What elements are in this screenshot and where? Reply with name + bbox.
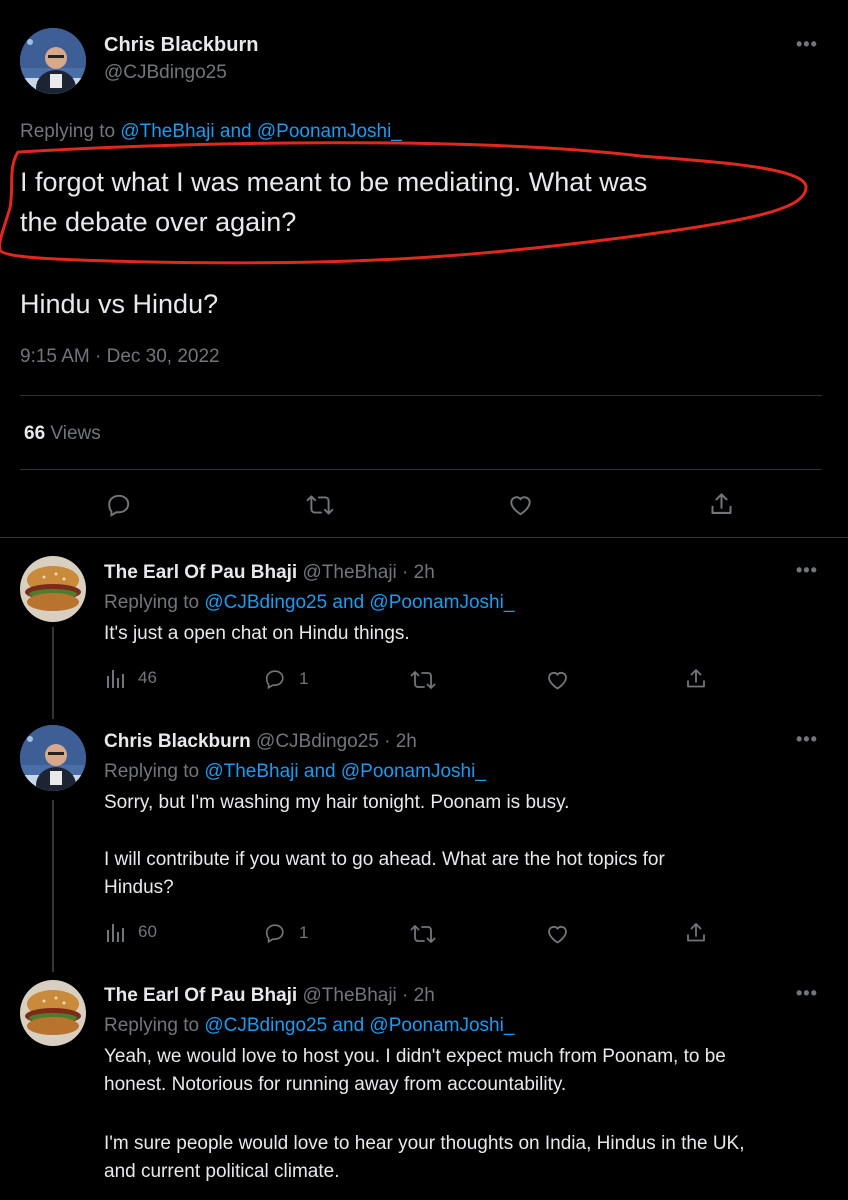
thread-line [52, 627, 54, 719]
author-handle[interactable]: @TheBhaji [303, 562, 397, 583]
bar-chart-icon [106, 922, 126, 942]
more-icon[interactable]: ••• [796, 983, 818, 1004]
retweet-icon[interactable] [410, 668, 436, 692]
reply-text: It's just a open chat on Hindu things. [104, 623, 410, 644]
author-handle[interactable]: @CJBdingo25 [256, 731, 379, 752]
author-name[interactable]: The Earl Of Pau Bhaji [104, 985, 297, 1006]
heart-icon[interactable] [507, 492, 534, 518]
reply-count: 1 [299, 669, 309, 688]
thread-line [52, 800, 54, 972]
views-count: 66 [24, 423, 46, 444]
replying-prefix: Replying to [104, 1015, 205, 1036]
reply-count: 1 [299, 923, 309, 942]
replying-to: Replying to @CJBdingo25 and @PoonamJoshi… [104, 590, 514, 616]
reply-text: Yeah, we would love to host you. I didn'… [104, 1043, 726, 1099]
views-count: 46 [138, 668, 157, 687]
reply-header: The Earl Of Pau Bhaji @TheBhaji · 2h [104, 560, 435, 586]
author-name[interactable]: Chris Blackburn [104, 34, 258, 57]
reply-header: The Earl Of Pau Bhaji @TheBhaji · 2h [104, 983, 435, 1009]
reply-icon [263, 922, 287, 944]
more-icon[interactable]: ••• [796, 560, 818, 581]
avatar[interactable] [20, 556, 86, 622]
views-count: 60 [138, 922, 157, 941]
more-icon[interactable]: ••• [796, 34, 818, 55]
views-button[interactable]: 60 [106, 922, 157, 942]
reply-text-line: honest. Notorious for running away from … [104, 1074, 567, 1095]
reply-text-line: and current political climate. [104, 1161, 340, 1182]
red-annotation-circle [0, 141, 808, 265]
share-icon[interactable] [684, 921, 708, 945]
reply-header: Chris Blackburn @CJBdingo25 · 2h [104, 729, 417, 755]
replying-and: and [327, 592, 370, 613]
replying-to: Replying to @TheBhaji and @PoonamJoshi_ [104, 759, 486, 785]
reply-button[interactable]: 1 [263, 922, 308, 944]
heart-icon[interactable] [545, 668, 570, 692]
author-name[interactable]: The Earl Of Pau Bhaji [104, 562, 297, 583]
share-icon[interactable] [684, 667, 708, 691]
retweet-icon[interactable] [306, 492, 334, 518]
reply-text: I will contribute if you want to go ahea… [104, 846, 665, 902]
replying-and: and [298, 761, 341, 782]
reply-text-line: I'm sure people would love to hear your … [104, 1133, 745, 1154]
replying-to: Replying to @CJBdingo25 and @PoonamJoshi… [104, 1013, 514, 1039]
tweet-text-line: Hindu vs Hindu? [20, 289, 219, 319]
mention-cjbdingo25[interactable]: @CJBdingo25 [204, 1015, 327, 1036]
reply-icon [263, 668, 287, 690]
avatar[interactable] [20, 980, 86, 1046]
reply-time[interactable]: · 2h [397, 562, 435, 583]
bar-chart-icon [106, 668, 126, 688]
views-button[interactable]: 46 [106, 668, 157, 688]
heart-icon[interactable] [545, 922, 570, 946]
reply-button[interactable]: 1 [263, 668, 308, 690]
more-icon[interactable]: ••• [796, 729, 818, 750]
reply-text-line: Hindus? [104, 877, 174, 898]
author-handle[interactable]: @TheBhaji [303, 985, 397, 1006]
author-name[interactable]: Chris Blackburn [104, 731, 251, 752]
mention-poonamjoshi[interactable]: @PoonamJoshi_ [341, 761, 486, 782]
share-icon[interactable] [708, 491, 735, 518]
reply-text: Sorry, but I'm washing my hair tonight. … [104, 792, 570, 813]
mention-poonamjoshi[interactable]: @PoonamJoshi_ [369, 1015, 514, 1036]
mention-thebhaji[interactable]: @TheBhaji [204, 761, 298, 782]
replying-prefix: Replying to [104, 761, 205, 782]
replying-and: and [327, 1015, 370, 1036]
mention-cjbdingo25[interactable]: @CJBdingo25 [204, 592, 327, 613]
reply-text-line: I will contribute if you want to go ahea… [104, 849, 665, 870]
mention-poonamjoshi[interactable]: @PoonamJoshi_ [369, 592, 514, 613]
author-handle[interactable]: @CJBdingo25 [104, 62, 227, 84]
reply-text: I'm sure people would love to hear your … [104, 1130, 745, 1186]
divider [20, 469, 822, 470]
views-label: Views [45, 423, 101, 444]
reply-icon[interactable] [106, 492, 132, 518]
avatar[interactable] [20, 28, 86, 94]
avatar[interactable] [20, 725, 86, 791]
tweet-timestamp[interactable]: 9:15 AM · Dec 30, 2022 [20, 346, 220, 368]
retweet-icon[interactable] [410, 922, 436, 946]
divider [20, 395, 822, 396]
divider [0, 537, 848, 538]
views-stat[interactable]: 66 Views [24, 423, 101, 445]
reply-text-line: Yeah, we would love to host you. I didn'… [104, 1046, 726, 1067]
replying-prefix: Replying to [104, 592, 205, 613]
reply-time[interactable]: · 2h [379, 731, 417, 752]
reply-time[interactable]: · 2h [397, 985, 435, 1006]
